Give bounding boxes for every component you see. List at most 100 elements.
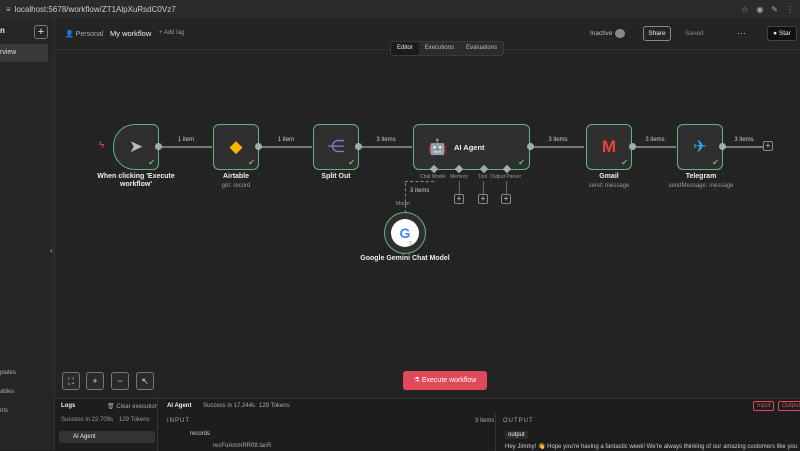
log-entry-ai-agent[interactable]: AI Agent (59, 431, 155, 443)
connection-split-agent: 3 items (360, 137, 412, 148)
output-handle[interactable] (355, 143, 362, 150)
check-icon: ✔ (148, 158, 155, 167)
items-count: 3 items (475, 418, 495, 424)
workflow-canvas[interactable] (55, 50, 800, 398)
active-toggle[interactable] (615, 29, 625, 38)
add-parser-button[interactable]: + (501, 194, 511, 204)
extension-icon[interactable]: ◉ (756, 5, 763, 14)
sub-label-memory: Memory (450, 174, 469, 180)
node-airtable[interactable]: ◆ ✔ (213, 124, 259, 170)
logs-panel: Logs 🗑 Clear execution Success in 22.709… (55, 398, 800, 451)
fit-view-button[interactable]: ⛶ (62, 372, 80, 390)
logo: n (0, 26, 5, 35)
detail-tokens: 129 Tokens (259, 403, 290, 409)
node-telegram[interactable]: ✈ ✔ (677, 124, 723, 170)
connection-gmail-telegram: 3 items (634, 137, 676, 148)
browser-bar: ≡ localhost:5678/workflow/ZT1AlpXuRsdC0V… (0, 0, 800, 18)
divider (495, 413, 496, 451)
node-gmail[interactable]: M ✔ (586, 124, 632, 170)
connection-airtable-split: 1 item (260, 137, 312, 148)
flask-icon: ⚗ (413, 377, 420, 384)
node-trigger[interactable]: ➤ ✔ (113, 124, 159, 170)
sidebar-item-overview[interactable]: rview (0, 44, 48, 62)
clear-execution-button[interactable]: 🗑 Clear execution (107, 403, 158, 410)
connection-label: 3 items (376, 137, 396, 143)
output-handle[interactable] (155, 143, 162, 150)
node-sub-gmail: send: message (588, 183, 630, 189)
sidebar-item-variables[interactable]: ables (0, 389, 14, 395)
connection-gemini-agent-h (405, 181, 434, 182)
connection-label: 3 items (645, 137, 665, 143)
tab-editor[interactable]: Editor (391, 42, 419, 55)
robot-icon: 🤖 (428, 139, 447, 156)
pointer-tool-button[interactable]: ↖ (136, 372, 154, 390)
connection-gemini-agent (405, 183, 406, 213)
check-icon: ✔ (621, 158, 628, 167)
trash-icon: 🗑 (107, 404, 115, 410)
url-bar[interactable]: localhost:5678/workflow/ZT1AlpXuRsdC0Vz7 (15, 5, 741, 14)
check-icon: ✔ (348, 158, 355, 167)
log-entry-label: AI Agent (73, 434, 96, 440)
pen-icon[interactable]: ✎ (771, 5, 778, 14)
node-split-out[interactable]: ⋲ ✔ (313, 124, 359, 170)
share-button[interactable]: Share (643, 26, 671, 41)
records-field[interactable]: records (190, 431, 210, 437)
execute-workflow-button[interactable]: ⚗ Execute workflow (403, 371, 487, 390)
execute-label: Execute workflow (421, 377, 477, 384)
divider (157, 399, 158, 451)
add-tag-link[interactable]: + Add tag (159, 30, 185, 36)
connection-label: 3 items (548, 137, 568, 143)
execution-tokens: 129 Tokens (119, 417, 150, 423)
connection-label: 3 items (734, 137, 754, 143)
zoom-out-button[interactable]: − (111, 372, 129, 390)
node-label-split: Split Out (321, 173, 351, 180)
sidebar-item-insights[interactable]: nts (0, 408, 8, 414)
bookmark-star-icon[interactable]: ☆ (741, 5, 748, 14)
output-handle[interactable] (255, 143, 262, 150)
clear-label: Clear execution (116, 404, 158, 410)
tab-executions[interactable]: Executions (419, 42, 460, 55)
zoom-in-button[interactable]: + (86, 372, 104, 390)
output-toggle[interactable]: Output (778, 401, 800, 411)
output-text: Hey Jimmy! 👋 Hope you're having a fantas… (505, 444, 798, 450)
workflow-name[interactable]: My workflow (110, 29, 151, 38)
output-header: OUTPUT (503, 418, 534, 424)
browser-more-icon[interactable]: ⋮ (786, 5, 794, 14)
output-handle[interactable] (629, 143, 636, 150)
personal-label: Personal (75, 31, 104, 38)
node-label-airtable: Airtable (222, 173, 250, 180)
add-memory-button[interactable]: + (454, 194, 464, 204)
add-node-button[interactable]: + (763, 141, 773, 151)
google-gemini-icon: G (391, 219, 419, 247)
connection-label: 3 items (410, 188, 430, 194)
execution-success: Success in 22.709s (61, 417, 114, 423)
github-star-button[interactable]: ● Star (767, 26, 797, 41)
output-handle[interactable] (719, 143, 726, 150)
input-header: INPUT (167, 418, 190, 424)
gemini-model-label: Model (396, 201, 410, 207)
output-handle[interactable] (527, 143, 534, 150)
connection-telegram-end: 3 items (724, 137, 764, 148)
node-label-gmail: Gmail (599, 173, 619, 180)
collapse-icon[interactable]: ‹ (50, 246, 53, 255)
sidebar: n + rview plates ables nts ‹ (0, 18, 55, 450)
more-options-icon[interactable]: ··· (737, 28, 746, 38)
sidebar-item-templates[interactable]: plates (0, 370, 16, 376)
node-label-agent: AI Agent (454, 143, 485, 152)
tab-evaluations[interactable]: Evaluations (460, 42, 503, 55)
project-personal[interactable]: 👤 Personal (65, 30, 103, 38)
input-toggle[interactable]: Input (753, 401, 775, 411)
add-tool-button[interactable]: + (478, 194, 488, 204)
connection-trigger-airtable: 1 item (160, 137, 212, 148)
tool-line (483, 181, 484, 194)
view-tabs: Editor Executions Evaluations (390, 41, 505, 56)
node-ai-agent[interactable]: 🤖 AI Agent ✔ (413, 124, 530, 170)
menu-icon[interactable]: ≡ (6, 5, 11, 14)
node-gemini[interactable]: G 3 (384, 212, 426, 254)
check-icon: ✔ (248, 158, 255, 167)
detail-title: AI Agent (167, 403, 192, 409)
connection-label: 1 item (177, 137, 195, 143)
lightning-icon: ϟ (99, 140, 105, 151)
github-icon: ● (773, 30, 778, 37)
add-button[interactable]: + (34, 25, 48, 39)
